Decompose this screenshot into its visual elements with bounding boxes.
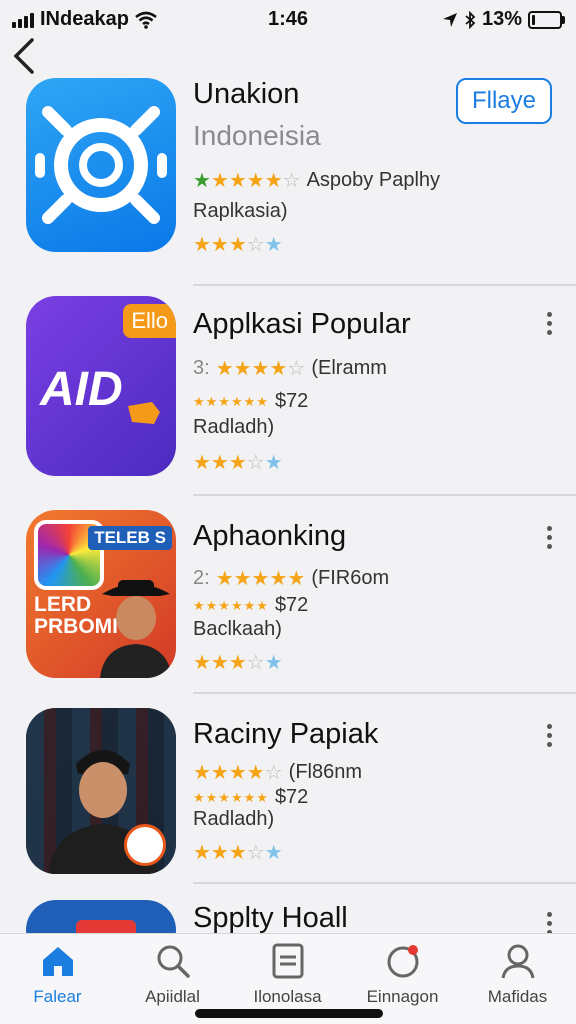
app-row-2[interactable]: TELEB S LERD PRBOMI Aphaonking 2: ★★★★★ … [0,510,576,690]
tab-label: Falear [33,987,82,1006]
featured-app-subtitle: Indoneisia [193,120,321,151]
divider [193,494,576,496]
featured-rating-text: Aspoby Paplhy [306,169,441,191]
rating-stars-icon: ★★★☆★ [193,234,283,256]
tab-search[interactable]: Apiidlal [115,942,230,1007]
divider [193,692,576,694]
more-options-icon[interactable] [544,524,554,550]
app-badge: TELEB S [88,526,172,550]
tag-icon [128,402,160,424]
app-rank-1: 3: [193,357,210,379]
app-stars-row-3: ★★★☆★ [193,840,283,865]
tab-documents[interactable]: Ilonolasa [230,942,345,1007]
rating-stars-icon: ★★★★☆ [193,762,283,784]
app-row-4[interactable]: Spplty Hoall [0,898,576,960]
app-rating-line-1: 3: ★★★★☆ (Elramm [193,356,387,381]
status-bar: INdeakap 1:46 13% [0,0,576,40]
app-rating-text-3: (Fl86nm [288,761,363,783]
app-rank-2: 2: [193,567,210,589]
app-price-2: $72 [274,594,309,616]
app-price-line-2: ★★★★★★ $72 [193,594,308,617]
app-rating-line-3: ★★★★☆ (Fl86nm [193,760,362,785]
rating-stars-icon: ★★★★★★ [193,597,269,613]
tab-label: Ilonolasa [253,987,322,1006]
speedometer-icon [124,824,166,866]
app-stars-row-1: ★★★☆★ [193,450,283,475]
battery-percent: 13% [481,8,522,30]
more-options-icon[interactable] [544,722,554,748]
app-icon-1: Ello AID [26,296,176,476]
app-icon-text: AID [40,363,123,416]
target-logo-icon [35,106,167,224]
featured-category: Raplkasia) [193,200,288,222]
more-options-icon[interactable] [544,310,554,336]
app-title-4: Spplty Hoall [193,902,348,934]
app-title-2: Aphaonking [193,520,347,552]
divider [193,882,576,884]
tab-label: Mafidas [487,987,548,1006]
tab-bar: Falear Apiidlal Ilonolasa Einnagon Mafid… [0,933,576,1024]
get-button[interactable]: Fllaye [456,78,552,124]
app-icon-3 [26,708,176,874]
status-right: 13% [442,8,565,31]
featured-stars-row: ★★★☆★ [193,232,283,257]
rating-stars-icon: ★★★★★☆ [193,170,301,192]
rating-stars-icon: ★★★☆★ [193,652,283,674]
app-sub-1: Radladh) [193,416,275,438]
app-title-3: Raciny Papiak [193,718,379,750]
app-price-3: $72 [274,786,309,808]
featured-rating-line: ★★★★★☆ Aspoby Paplhy [193,168,440,193]
rating-stars-icon: ★★★☆★ [193,842,283,864]
featured-app-row[interactable]: Unakion Indoneisia ★★★★★☆ Aspoby Paplhy … [0,78,576,278]
home-indicator [195,1009,383,1018]
featured-app-icon [26,78,176,252]
battery-icon [528,10,565,29]
app-sub-2: Baclkaah) [193,618,282,640]
home-icon [42,947,73,976]
bluetooth-icon [465,10,476,29]
app-badge: Ello [123,304,176,338]
profile-icon [501,944,534,979]
person-avatar-icon [100,580,172,678]
app-row-1[interactable]: Ello AID Applkasi Popular 3: ★★★★☆ (Elra… [0,296,576,486]
app-stars-row-2: ★★★☆★ [193,650,283,675]
tab-label: Einnagon [366,987,439,1006]
document-icon [272,943,303,979]
app-icon-2: TELEB S LERD PRBOMI [26,510,176,678]
app-price-line-1: ★★★★★★ $72 [193,390,308,413]
rating-stars-icon: ★★★★★★ [193,393,269,409]
tab-profile[interactable]: Mafidas [460,942,575,1007]
tab-label: Apiidlal [145,987,200,1006]
app-rating-line-2: 2: ★★★★★ (FIR6om [193,566,389,591]
tab-home[interactable]: Falear [0,942,115,1007]
app-title-1: Applkasi Popular [193,308,411,340]
back-chevron-icon[interactable] [10,36,40,76]
app-row-3[interactable]: Raciny Papiak ★★★★☆ (Fl86nm ★★★★★★ $72 R… [0,708,576,878]
app-price-1: $72 [274,390,309,412]
rating-stars-icon: ★★★★★ [215,568,306,590]
app-sub-3: Radladh) [193,808,275,830]
app-price-line-3: ★★★★★★ $72 [193,786,308,809]
divider [193,284,576,286]
app-rating-text-2: (FIR6om [311,567,390,589]
location-arrow-icon [442,12,457,27]
rating-stars-icon: ★★★★☆ [215,358,306,380]
app-rating-text-1: (Elramm [311,357,387,379]
rating-stars-icon: ★★★★★★ [193,789,269,805]
notification-icon [387,945,418,978]
search-icon [157,945,190,978]
rating-stars-icon: ★★★☆★ [193,452,283,474]
featured-app-title: Unakion [193,78,300,110]
tab-notifications[interactable]: Einnagon [345,942,460,1007]
